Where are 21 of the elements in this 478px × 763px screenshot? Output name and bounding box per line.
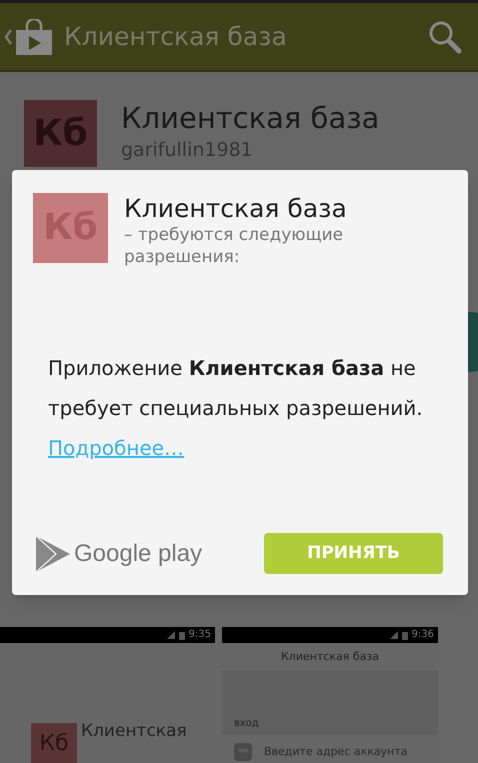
accept-button[interactable]: ПРИНЯТЬ (264, 533, 443, 574)
clock: 9:36 (412, 630, 434, 640)
window-title: Клиентская база (64, 20, 288, 53)
battery-icon (402, 630, 408, 640)
signal-icon (166, 631, 175, 639)
signal-icon (390, 631, 398, 639)
clock: 9:35 (188, 630, 211, 640)
more-link[interactable]: Подробнее… (48, 436, 184, 460)
back-icon[interactable] (4, 28, 12, 44)
section-label: вход (234, 717, 259, 731)
app-title: Клиентская (81, 723, 187, 740)
shopping-bag-icon[interactable] (16, 18, 52, 54)
battery-icon (178, 630, 185, 640)
dialog-title: Клиентская база (124, 193, 348, 224)
dialog-subtitle: – требуются следующие разрешения: (124, 224, 344, 268)
app-title: Клиентская база (121, 100, 380, 136)
input-field[interactable]: Введите адрес аккаунта (264, 744, 408, 760)
search-icon[interactable] (428, 20, 462, 54)
play-logo-icon (36, 536, 70, 572)
brand-label: Google play (74, 538, 202, 568)
permissions-message: Приложение Клиентская база не требует специальных разрешений. Подробнее… (48, 355, 424, 462)
